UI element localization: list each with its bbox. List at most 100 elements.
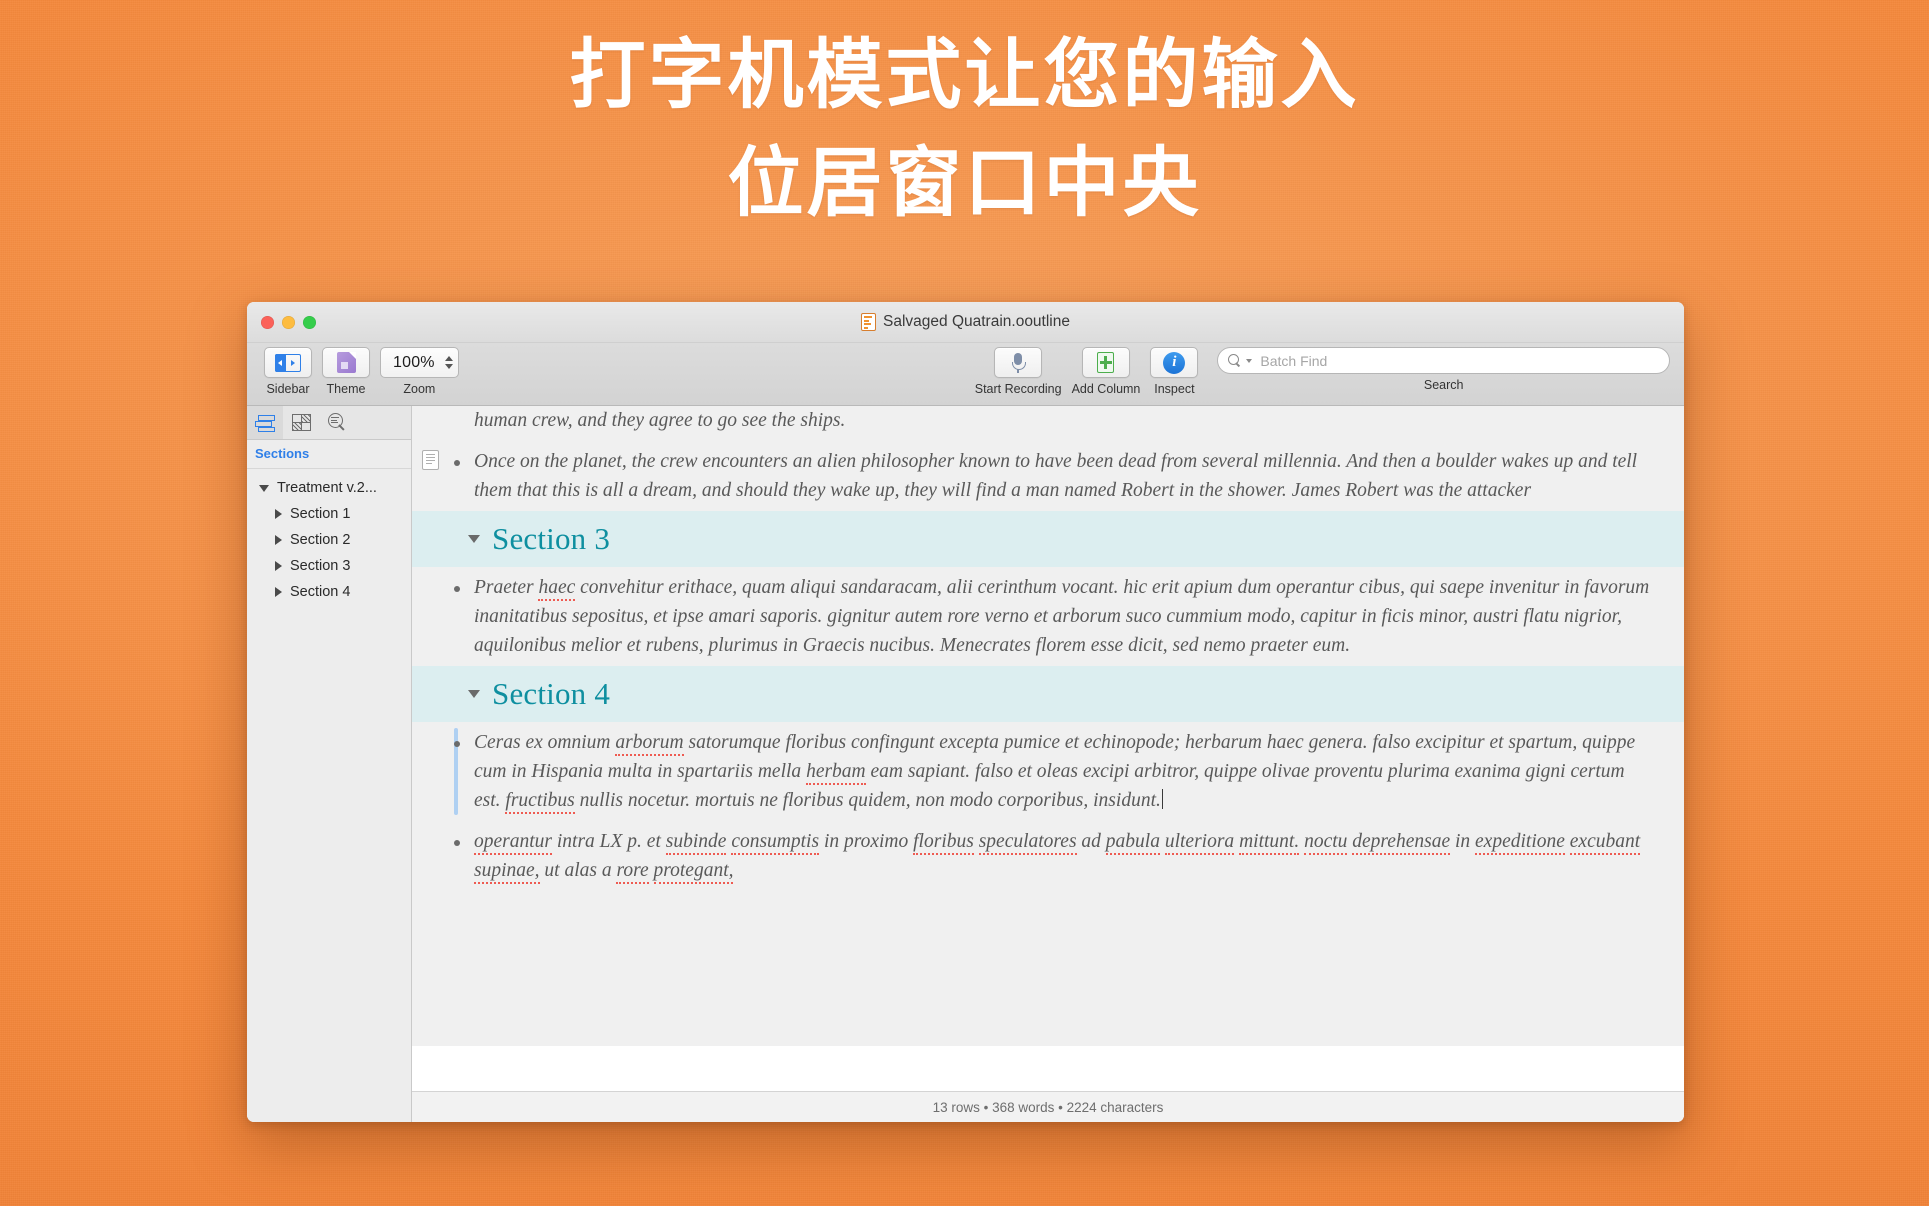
search-toolbar-item: Batch Find Search xyxy=(1217,347,1670,392)
sidebar-item-section-3[interactable]: Section 3 xyxy=(247,553,411,579)
misspelled-word: excubant xyxy=(1569,831,1641,855)
sidebar-toolbar-item[interactable]: Sidebar xyxy=(264,347,312,396)
sidebar-tab-styles[interactable] xyxy=(283,406,319,439)
sidebar-tab-bar xyxy=(247,406,411,440)
bullet-icon xyxy=(454,460,460,466)
disclosure-triangle-right-icon[interactable] xyxy=(275,535,282,545)
status-text: 13 rows • 368 words • 2224 characters xyxy=(932,1099,1164,1115)
inspect-label: Inspect xyxy=(1154,382,1195,396)
window-title-group: Salvaged Quatrain.ooutline xyxy=(247,313,1684,331)
sidebar-outline-list: Treatment v.2... Section 1 Section 2 Sec… xyxy=(247,469,411,605)
sidebar-tab-sections[interactable] xyxy=(247,406,283,439)
status-bar: 13 rows • 368 words • 2224 characters xyxy=(412,1091,1684,1122)
add-column-button[interactable] xyxy=(1081,347,1130,378)
info-icon: i xyxy=(1163,351,1186,374)
sidebar-item-label: Treatment v.2... xyxy=(277,480,377,496)
row-gutter xyxy=(412,827,474,885)
theme-toolbar-item[interactable]: Theme xyxy=(322,347,370,396)
sidebar-item-treatment[interactable]: Treatment v.2... xyxy=(247,475,411,501)
sidebar-item-section-1[interactable]: Section 1 xyxy=(247,501,411,527)
zoom-decrease-arrow[interactable] xyxy=(444,364,453,369)
disclosure-triangle-right-icon[interactable] xyxy=(275,561,282,571)
misspelled-word: mittunt. xyxy=(1239,831,1300,855)
bullet-icon xyxy=(454,741,460,747)
misspelled-word: supinae, xyxy=(474,860,540,884)
search-menu-chevron-down-icon[interactable] xyxy=(1246,358,1253,363)
start-recording-button[interactable] xyxy=(994,347,1043,378)
disclosure-triangle-right-icon[interactable] xyxy=(275,587,282,597)
misspelled-word: rore xyxy=(616,860,649,884)
sidebar-tab-find[interactable] xyxy=(319,406,355,439)
outline-row-section3-bullet[interactable]: Praeter haec convehitur erithace, quam a… xyxy=(412,567,1684,666)
search-placeholder: Batch Find xyxy=(1260,352,1328,369)
misspelled-word: fructibus xyxy=(505,790,575,814)
checkerboard-icon xyxy=(291,414,311,431)
microphone-icon xyxy=(1012,352,1027,373)
section4-bullet2-text[interactable]: operantur intra LX p. et subinde consump… xyxy=(474,827,1660,885)
search-toolbar-label: Search xyxy=(1423,378,1464,392)
bullet-icon xyxy=(454,586,460,592)
sidebar: Sections Treatment v.2... Section 1 Sect… xyxy=(247,406,412,1122)
outline-row-section4-bullet-2[interactable]: operantur intra LX p. et subinde consump… xyxy=(412,821,1684,891)
sidebar-item-section-2[interactable]: Section 2 xyxy=(247,527,411,553)
outline-row-bullet-top[interactable]: Once on the planet, the crew encounters … xyxy=(412,441,1684,511)
headline-line-1: 打字机模式让您的输入 xyxy=(569,33,1360,118)
disclosure-triangle-down-icon[interactable] xyxy=(468,690,480,698)
section4-bullet1-text[interactable]: Ceras ex omnium arborum satorumque flori… xyxy=(474,728,1660,815)
section-title-3: Section 3 xyxy=(492,521,611,556)
disclosure-triangle-down-icon[interactable] xyxy=(468,535,480,543)
disclosure-triangle-down-icon[interactable] xyxy=(259,484,269,492)
bullet-icon xyxy=(454,840,460,846)
zoom-stepper-arrows[interactable] xyxy=(444,356,453,369)
theme-sheet-icon xyxy=(336,352,356,373)
outline-row-section4-bullet-1[interactable]: Ceras ex omnium arborum satorumque flori… xyxy=(412,722,1684,821)
misspelled-word: expeditione xyxy=(1475,831,1565,855)
zoom-toolbar-label: Zoom xyxy=(403,382,436,396)
zoom-value: 100% xyxy=(393,353,435,371)
search-icon[interactable] xyxy=(1228,354,1241,367)
theme-button[interactable] xyxy=(322,347,370,378)
window-body: Sections Treatment v.2... Section 1 Sect… xyxy=(247,406,1684,1122)
text-cursor xyxy=(1161,789,1164,809)
find-magnifier-icon xyxy=(327,413,347,432)
misspelled-word: pabula xyxy=(1105,831,1160,855)
sidebar-item-section-4[interactable]: Section 4 xyxy=(247,579,411,605)
outline-row-clipped[interactable]: human crew, and they agree to go see the… xyxy=(412,406,1684,441)
misspelled-word: herbam xyxy=(806,761,866,785)
window-titlebar: Salvaged Quatrain.ooutline xyxy=(247,302,1684,343)
inspect-toolbar-item[interactable]: i Inspect xyxy=(1150,347,1199,396)
headline-line-2: 位居窗口中央 xyxy=(727,141,1202,226)
zoom-stepper-field[interactable]: 100% xyxy=(380,347,459,378)
sidebar-section-header: Sections xyxy=(247,440,411,469)
zoom-toolbar-item[interactable]: 100% Zoom xyxy=(380,347,459,396)
sidebar-item-label: Section 2 xyxy=(290,532,351,548)
toolbar-left-group: Sidebar Theme 100% Zoom xyxy=(259,347,464,396)
section-heading-row-3[interactable]: Section 3 xyxy=(412,511,1684,567)
section3-bullet-text: Praeter haec convehitur erithace, quam a… xyxy=(474,577,1650,656)
disclosure-triangle-right-icon[interactable] xyxy=(275,509,282,519)
inspect-button[interactable]: i xyxy=(1150,347,1199,378)
sections-icon xyxy=(255,414,275,432)
misspelled-word: speculatores xyxy=(978,831,1077,855)
sidebar-toggle-button[interactable] xyxy=(264,347,312,378)
start-recording-toolbar-item[interactable]: Start Recording xyxy=(975,347,1062,396)
document-scroll-area[interactable]: human crew, and they agree to go see the… xyxy=(412,406,1684,1091)
sidebar-item-label: Section 3 xyxy=(290,558,351,574)
outline-document-icon xyxy=(861,313,876,331)
search-field[interactable]: Batch Find xyxy=(1217,347,1670,374)
sidebar-item-label: Section 1 xyxy=(290,506,351,522)
document-empty-area[interactable] xyxy=(412,1046,1684,1091)
section-heading-row-4[interactable]: Section 4 xyxy=(412,666,1684,722)
misspelled-word: deprehensae xyxy=(1352,831,1451,855)
theme-toolbar-label: Theme xyxy=(326,382,366,396)
misspelled-word: haec xyxy=(538,577,576,601)
misspelled-word: protegant, xyxy=(653,860,734,884)
misspelled-word: noctu xyxy=(1304,831,1348,855)
misspelled-word: consumptis xyxy=(731,831,820,855)
add-column-toolbar-item[interactable]: Add Column xyxy=(1072,347,1140,396)
zoom-increase-arrow[interactable] xyxy=(444,356,453,361)
sidebar-panel-icon xyxy=(275,353,301,372)
sidebar-toolbar-label: Sidebar xyxy=(266,382,310,396)
sidebar-item-label: Section 4 xyxy=(290,584,351,600)
main-toolbar: Sidebar Theme 100% Zoom Start Recording … xyxy=(247,343,1684,406)
